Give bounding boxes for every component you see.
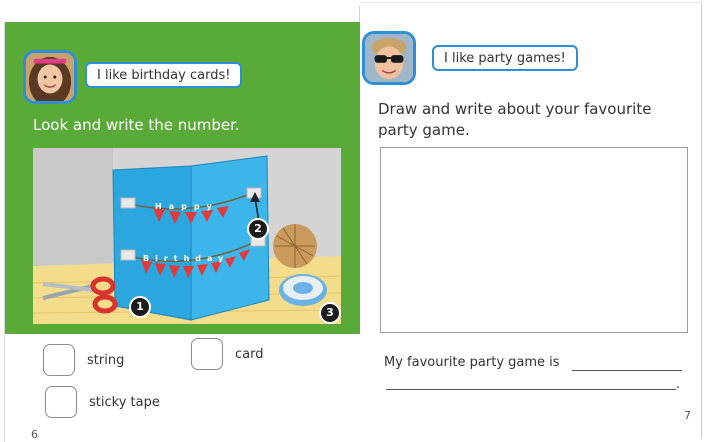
drawing-area[interactable] — [380, 147, 688, 333]
answer-line-1[interactable] — [572, 370, 682, 371]
speech-bubble: I like party games! — [432, 45, 578, 71]
sentence-end: . — [676, 377, 681, 392]
answer-box-string[interactable] — [43, 344, 75, 376]
option-label-string: string — [87, 352, 125, 368]
marker-2: 2 — [247, 218, 269, 240]
option-sticky-tape: sticky tape — [45, 386, 160, 418]
birthday-card-illustration: Happy Birthday 1 2 3 — [33, 148, 341, 324]
page-number-right: 7 — [684, 409, 691, 422]
option-string: string — [43, 344, 124, 376]
right-page: I like party games! Draw and write about… — [360, 2, 702, 439]
marker-1: 1 — [129, 296, 151, 318]
marker-3: 3 — [319, 302, 341, 324]
page-number-left: 6 — [31, 428, 38, 441]
activity-panel: I like birthday cards! Look and write th… — [5, 22, 361, 334]
sentence-prompt: My favourite party game is — [384, 355, 560, 370]
card-text-happy: Happy — [155, 202, 219, 211]
answer-box-card[interactable] — [191, 338, 223, 370]
option-label-card: card — [235, 346, 264, 362]
girl-avatar — [23, 50, 77, 104]
instruction-text: Draw and write about your favourite part… — [378, 100, 652, 139]
option-label-sticky-tape: sticky tape — [89, 394, 160, 410]
option-card: card — [191, 338, 263, 370]
boy-avatar — [362, 31, 416, 85]
left-page: I like birthday cards! Look and write th… — [4, 22, 361, 442]
answer-line-2[interactable] — [386, 389, 676, 390]
speech-bubble: I like birthday cards! — [85, 62, 243, 88]
instruction-text: Look and write the number. — [33, 116, 240, 134]
answer-box-sticky-tape[interactable] — [45, 386, 77, 418]
card-text-birthday: Birthday — [143, 254, 230, 263]
